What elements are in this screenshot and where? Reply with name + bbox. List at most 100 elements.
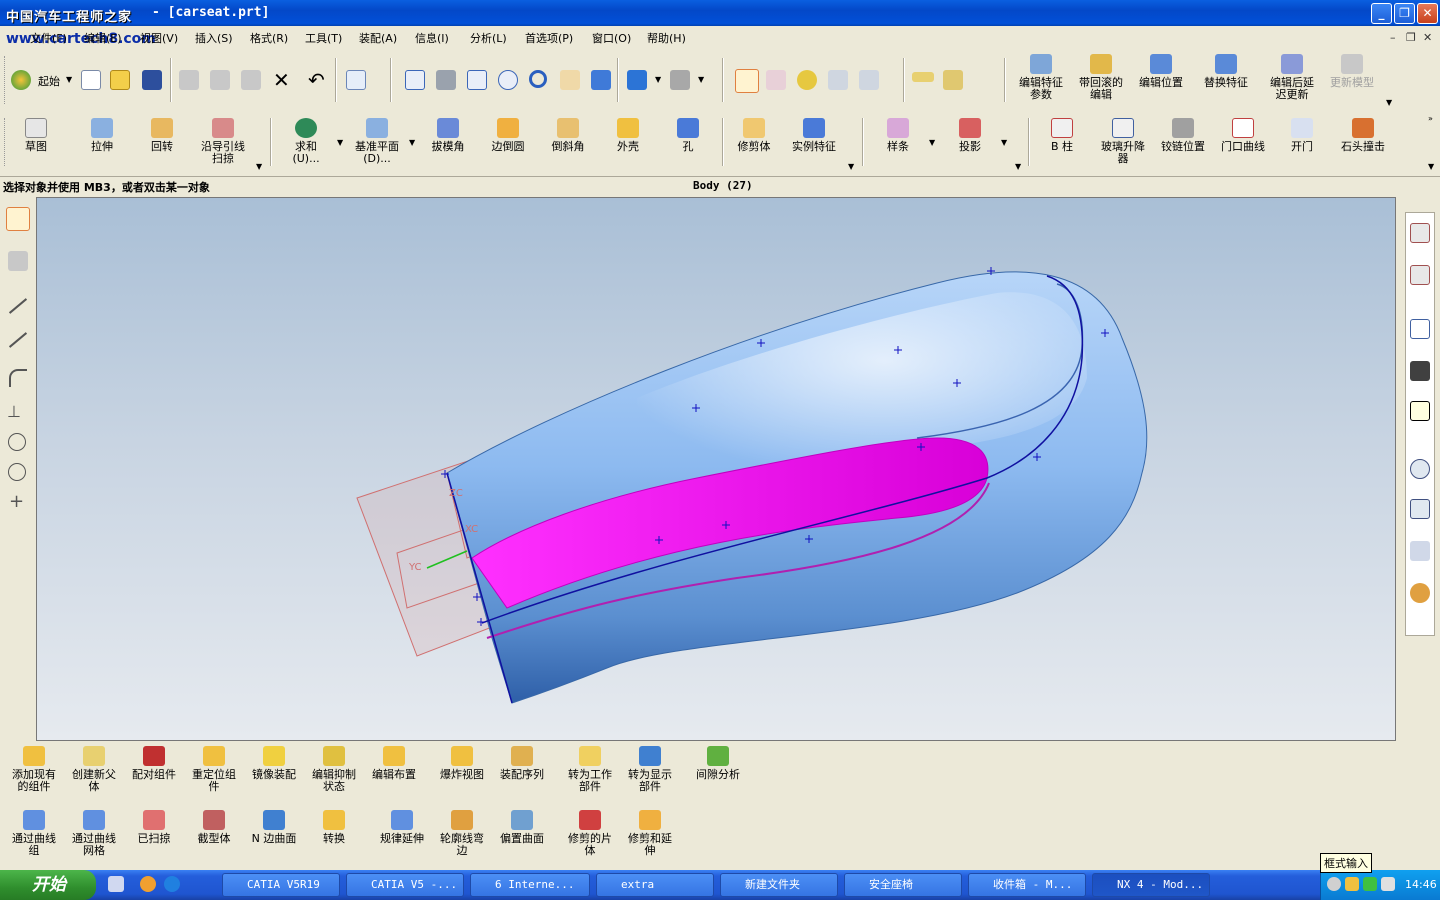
task-inbox[interactable]: 收件箱 - M... [968, 873, 1086, 897]
replace-feature-button[interactable]: 替换特征 [1197, 54, 1255, 89]
delete-icon[interactable]: ✕ [273, 68, 290, 92]
training-icon[interactable] [1410, 361, 1430, 381]
zoom-window-icon[interactable] [436, 70, 456, 90]
tray-network-icon[interactable] [1381, 877, 1395, 891]
select-icon[interactable] [6, 207, 30, 231]
start-icon[interactable] [11, 70, 31, 90]
close-button[interactable]: ✕ [1417, 3, 1438, 24]
copy-icon[interactable] [210, 70, 230, 90]
snap-icon[interactable] [766, 70, 786, 90]
mdi-minimize-button[interactable]: – [1390, 31, 1396, 44]
menu-view[interactable]: 视图(V) [140, 30, 178, 46]
surface-button-9[interactable]: 修剪的片体 [562, 810, 618, 857]
surface-button-4[interactable]: N 边曲面 [246, 810, 302, 845]
view-orient-icon[interactable] [670, 70, 690, 90]
menu-format[interactable]: 格式(R) [250, 30, 288, 46]
revolve-button[interactable]: 回转 [136, 118, 188, 153]
assembly-button-5[interactable]: 编辑抑制 状态 [306, 746, 362, 793]
assembly-button-1[interactable]: 创建新父体 [66, 746, 122, 793]
spline-button[interactable]: 样条 [872, 118, 924, 153]
magnify-icon[interactable] [498, 70, 518, 90]
model-view[interactable]: YC XC ZC [37, 198, 1396, 741]
menu-help[interactable]: 帮助(H) [647, 30, 686, 46]
assembly-button-11[interactable]: 间隙分析 [690, 746, 746, 781]
paste-icon[interactable] [241, 70, 261, 90]
surface-button-3[interactable]: 截型体 [186, 810, 242, 845]
maximize-button[interactable]: ❐ [1394, 3, 1415, 24]
start-button[interactable]: 开始 [0, 870, 96, 900]
surface-button-6[interactable]: 规律延伸 [374, 810, 430, 845]
mdi-close-button[interactable]: ✕ [1423, 31, 1432, 44]
surface-button-8[interactable]: 偏置曲面 [494, 810, 550, 845]
fit-icon[interactable] [405, 70, 425, 90]
edit-position-button[interactable]: 编辑位置 [1132, 54, 1190, 89]
menu-assemblies[interactable]: 装配(A) [359, 30, 397, 46]
measure-angle-icon[interactable] [943, 70, 963, 90]
quicklaunch-ie-icon[interactable] [164, 876, 180, 892]
draft-button[interactable]: 拔模角 [422, 118, 474, 153]
circle-center-icon[interactable] [8, 463, 26, 481]
snap-intersect-icon[interactable] [859, 70, 879, 90]
zoom-icon[interactable] [467, 70, 487, 90]
glass-lift-button[interactable]: 玻璃升降器 [1094, 118, 1152, 165]
polyline-icon[interactable] [8, 332, 28, 348]
graphics-viewport[interactable]: YC XC ZC [36, 197, 1396, 741]
assembly-button-10[interactable]: 转为显示 部件 [622, 746, 678, 793]
chamfer-button[interactable]: 倒斜角 [542, 118, 594, 153]
sketch-button[interactable]: 草图 [10, 118, 62, 153]
surface-button-1[interactable]: 通过曲线 网格 [66, 810, 122, 857]
menu-analysis[interactable]: 分析(L) [470, 30, 507, 46]
menu-preferences[interactable]: 首选项(P) [525, 30, 573, 46]
menu-file[interactable]: 文件(F) [30, 30, 67, 46]
save-icon[interactable] [142, 70, 162, 90]
delay-update-button[interactable]: 编辑后延 迟更新 [1263, 54, 1321, 101]
assembly-button-2[interactable]: 配对组件 [126, 746, 182, 781]
surface-button-5[interactable]: 转换 [306, 810, 362, 845]
menu-window[interactable]: 窗口(O) [592, 30, 631, 46]
arc-icon[interactable] [9, 369, 27, 387]
edge-blend-button[interactable]: 边倒圆 [482, 118, 534, 153]
sweep-along-guide-button[interactable]: 沿导引线 扫掠 [194, 118, 252, 165]
info-icon[interactable] [346, 70, 366, 90]
menu-insert[interactable]: 插入(S) [195, 30, 233, 46]
undo-icon[interactable]: ↶ [308, 68, 325, 92]
measure-distance-icon[interactable] [912, 72, 934, 82]
hole-button[interactable]: 孔 [662, 118, 714, 153]
circle-icon[interactable] [8, 433, 26, 451]
select-filter-icon[interactable] [735, 69, 759, 93]
datum-plane-button[interactable]: 基准平面 (D)... [348, 118, 406, 165]
new-file-icon[interactable] [81, 70, 101, 90]
assembly-button-8[interactable]: 装配序列 [494, 746, 550, 781]
rotate-icon[interactable] [529, 70, 547, 88]
snap-arc-icon[interactable] [828, 70, 848, 90]
hinge-position-button[interactable]: 铰链位置 [1154, 118, 1212, 153]
quicklaunch-desktop-icon[interactable] [108, 876, 124, 892]
process-studio-icon[interactable] [1410, 541, 1430, 561]
surface-button-7[interactable]: 轮廓线弯边 [434, 810, 490, 857]
start-button[interactable]: 起始 [38, 73, 60, 89]
instance-feature-button[interactable]: 实例特征 [788, 118, 840, 153]
extrude-button[interactable]: 拉伸 [76, 118, 128, 153]
point-icon[interactable]: + [9, 491, 24, 512]
roles-icon[interactable] [1410, 583, 1430, 603]
tray-security-icon[interactable] [1363, 877, 1377, 891]
point-on-curve-icon[interactable]: ⊥ [7, 402, 21, 421]
internet-explorer-icon[interactable] [1410, 319, 1430, 339]
open-folder-icon[interactable] [110, 70, 130, 90]
tray-app-icon[interactable] [1345, 877, 1359, 891]
assembly-button-3[interactable]: 重定位组件 [186, 746, 242, 793]
open-door-button[interactable]: 开门 [1276, 118, 1328, 153]
cut-icon[interactable] [179, 70, 199, 90]
door-curve-button[interactable]: 门口曲线 [1214, 118, 1272, 153]
trim-body-button[interactable]: 修剪体 [728, 118, 780, 153]
mdi-restore-button[interactable]: ❐ [1406, 31, 1416, 44]
surface-button-2[interactable]: 已扫掠 [126, 810, 182, 845]
task-new-folder[interactable]: 新建文件夹 [720, 873, 838, 897]
surface-button-10[interactable]: 修剪和延伸 [622, 810, 678, 857]
unite-button[interactable]: 求和 (U)... [280, 118, 332, 165]
task-safety-seat[interactable]: 安全座椅 [844, 873, 962, 897]
b-pillar-button[interactable]: B 柱 [1036, 118, 1088, 153]
project-button[interactable]: 投影 [944, 118, 996, 153]
minimize-button[interactable]: _ [1371, 3, 1392, 24]
history-icon[interactable] [1410, 459, 1430, 479]
